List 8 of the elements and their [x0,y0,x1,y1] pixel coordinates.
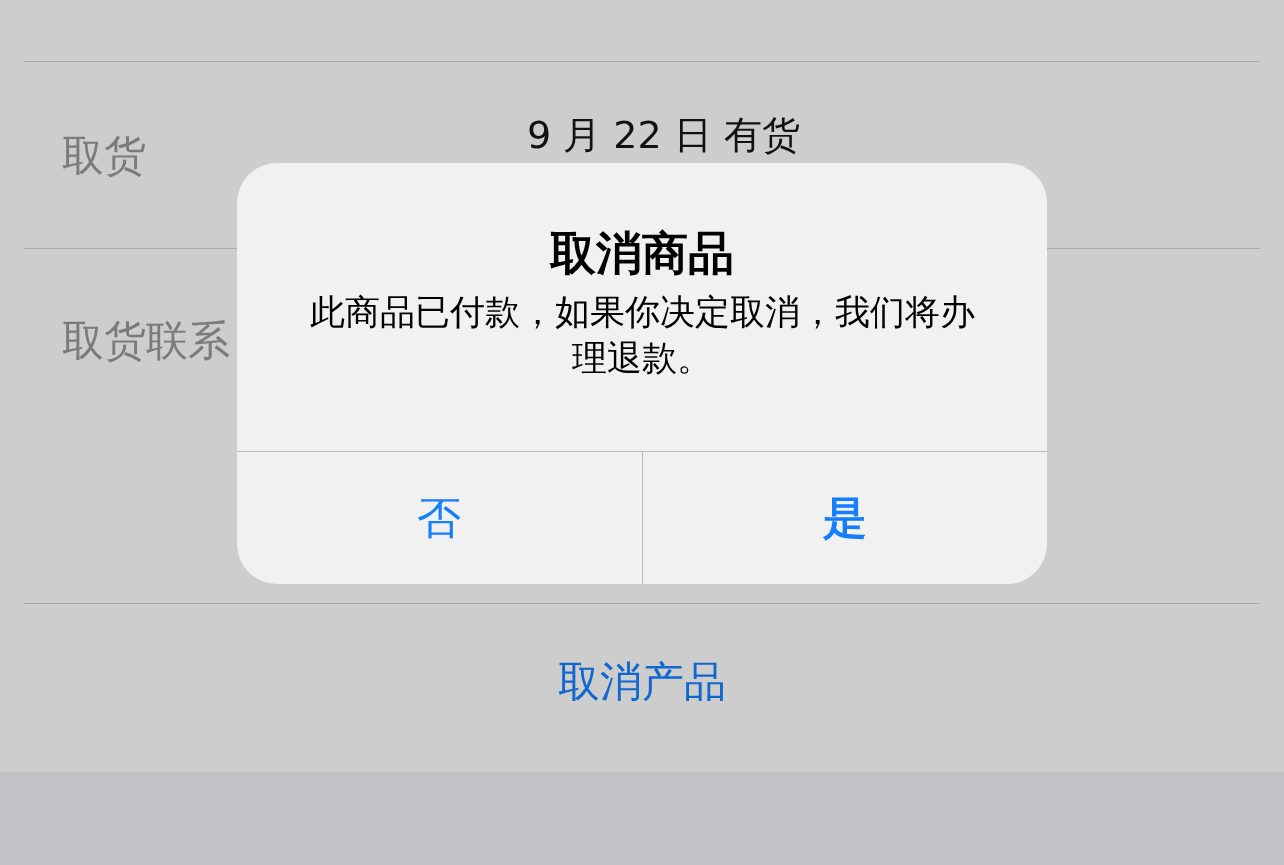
field-value: 9 月 22 日 有货 [527,112,800,158]
field-label: 取货 [62,130,146,182]
cancel-product-link[interactable]: 取消产品 [558,654,726,710]
confirm-button[interactable]: 是 [641,452,1047,584]
cancel-button[interactable]: 否 [237,452,642,584]
field-label: 取货联系 [62,315,230,367]
alert-title: 取消商品 [550,225,734,282]
alert-message: 此商品已付款，如果你决定取消，我们将办理退款。 [308,291,976,380]
